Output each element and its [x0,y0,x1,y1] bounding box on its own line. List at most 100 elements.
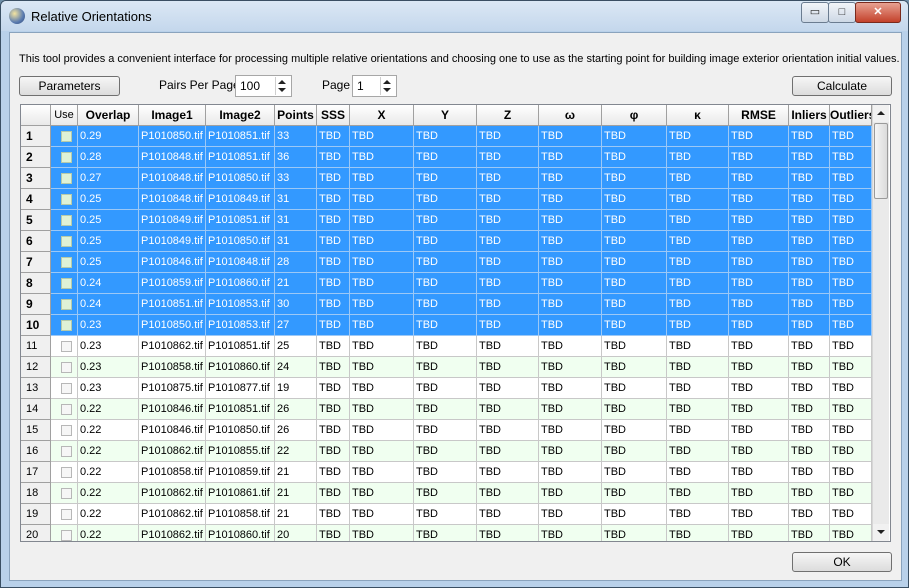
cell-points[interactable]: 31 [275,231,317,252]
cell-rmse[interactable]: TBD [729,420,789,441]
cell-y[interactable]: TBD [414,147,477,168]
cell-z[interactable]: TBD [477,483,539,504]
cell-phi[interactable]: TBD [602,441,667,462]
use-checkbox[interactable] [61,509,72,520]
cell-outliers[interactable]: TBD [830,525,872,541]
row-number[interactable]: 11 [21,336,51,357]
column-header-inliers[interactable]: Inliers [789,105,830,126]
cell-omega[interactable]: TBD [539,357,602,378]
column-header-y[interactable]: Y [414,105,477,126]
cell-y[interactable]: TBD [414,126,477,147]
cell-points[interactable]: 28 [275,252,317,273]
cell-inliers[interactable]: TBD [789,189,830,210]
cell-inliers[interactable]: TBD [789,525,830,541]
cell-phi[interactable]: TBD [602,525,667,541]
cell-rmse[interactable]: TBD [729,504,789,525]
cell-phi[interactable]: TBD [602,210,667,231]
cell-rmse[interactable]: TBD [729,252,789,273]
minimize-button[interactable]: ▭ [801,2,829,23]
cell-image1[interactable]: P1010858.tif [139,357,206,378]
cell-z[interactable]: TBD [477,294,539,315]
row-number[interactable]: 13 [21,378,51,399]
row-number[interactable]: 12 [21,357,51,378]
cell-kappa[interactable]: TBD [667,294,729,315]
title-bar[interactable]: Relative Orientations ▭ □ ✕ [1,1,908,31]
row-number[interactable]: 18 [21,483,51,504]
cell-image2[interactable]: P1010859.tif [206,462,275,483]
cell-omega[interactable]: TBD [539,168,602,189]
cell-phi[interactable]: TBD [602,378,667,399]
row-number[interactable]: 20 [21,525,51,541]
use-checkbox[interactable] [61,215,72,226]
cell-x[interactable]: TBD [350,147,414,168]
cell-z[interactable]: TBD [477,504,539,525]
cell-image1[interactable]: P1010850.tif [139,126,206,147]
cell-outliers[interactable]: TBD [830,357,872,378]
cell-image2[interactable]: P1010860.tif [206,525,275,541]
cell-sss[interactable]: TBD [317,315,350,336]
cell-inliers[interactable]: TBD [789,273,830,294]
table-row[interactable]: 15 0.22 P1010846.tif P1010850.tif 26 TBD TBD TB… [21,420,872,441]
cell-inliers[interactable]: TBD [789,399,830,420]
cell-image2[interactable]: P1010853.tif [206,315,275,336]
cell-phi[interactable]: TBD [602,273,667,294]
row-number[interactable]: 19 [21,504,51,525]
cell-z[interactable]: TBD [477,441,539,462]
cell-phi[interactable]: TBD [602,231,667,252]
cell-omega[interactable]: TBD [539,189,602,210]
cell-sss[interactable]: TBD [317,168,350,189]
cell-z[interactable]: TBD [477,462,539,483]
column-header-sss[interactable]: SSS [317,105,350,126]
cell-image1[interactable]: P1010846.tif [139,420,206,441]
cell-image1[interactable]: P1010850.tif [139,315,206,336]
cell-points[interactable]: 24 [275,357,317,378]
column-header-omega[interactable]: ω [539,105,602,126]
cell-sss[interactable]: TBD [317,294,350,315]
use-checkbox[interactable] [61,446,72,457]
cell-kappa[interactable]: TBD [667,399,729,420]
table-row[interactable]: 2 0.28 P1010848.tif P1010851.tif 36 TBD TBD TBD… [21,147,872,168]
cell-outliers[interactable]: TBD [830,147,872,168]
table-row[interactable]: 11 0.23 P1010862.tif P1010851.tif 25 TBD TBD TB… [21,336,872,357]
cell-overlap[interactable]: 0.25 [78,210,139,231]
stepper-arrows[interactable] [380,77,395,95]
cell-outliers[interactable]: TBD [830,126,872,147]
cell-kappa[interactable]: TBD [667,315,729,336]
cell-image1[interactable]: P1010862.tif [139,441,206,462]
table-row[interactable]: 14 0.22 P1010846.tif P1010851.tif 26 TBD TBD TB… [21,399,872,420]
cell-image2[interactable]: P1010861.tif [206,483,275,504]
column-header-image2[interactable]: Image2 [206,105,275,126]
cell-omega[interactable]: TBD [539,336,602,357]
scroll-up-icon[interactable] [873,105,889,122]
cell-outliers[interactable]: TBD [830,420,872,441]
column-header-use[interactable]: Use [51,105,78,126]
cell-rmse[interactable]: TBD [729,189,789,210]
use-checkbox[interactable] [61,425,72,436]
column-header-points[interactable]: Points [275,105,317,126]
cell-image1[interactable]: P1010862.tif [139,336,206,357]
cell-sss[interactable]: TBD [317,126,350,147]
table-row[interactable]: 18 0.22 P1010862.tif P1010861.tif 21 TBD TBD TB… [21,483,872,504]
scroll-down-icon[interactable] [873,524,889,541]
cell-outliers[interactable]: TBD [830,231,872,252]
cell-kappa[interactable]: TBD [667,420,729,441]
cell-inliers[interactable]: TBD [789,462,830,483]
cell-x[interactable]: TBD [350,252,414,273]
cell-omega[interactable]: TBD [539,147,602,168]
down-arrow-icon[interactable] [383,88,391,92]
up-arrow-icon[interactable] [278,80,286,84]
row-number[interactable]: 1 [21,126,51,147]
cell-kappa[interactable]: TBD [667,273,729,294]
cell-points[interactable]: 27 [275,315,317,336]
column-header-image1[interactable]: Image1 [139,105,206,126]
cell-points[interactable]: 30 [275,294,317,315]
cell-y[interactable]: TBD [414,231,477,252]
cell-inliers[interactable]: TBD [789,441,830,462]
cell-z[interactable]: TBD [477,357,539,378]
cell-omega[interactable]: TBD [539,525,602,541]
cell-sss[interactable]: TBD [317,525,350,541]
cell-sss[interactable]: TBD [317,210,350,231]
cell-z[interactable]: TBD [477,147,539,168]
use-checkbox[interactable] [61,299,72,310]
column-header-outliers[interactable]: Outliers [830,105,872,126]
